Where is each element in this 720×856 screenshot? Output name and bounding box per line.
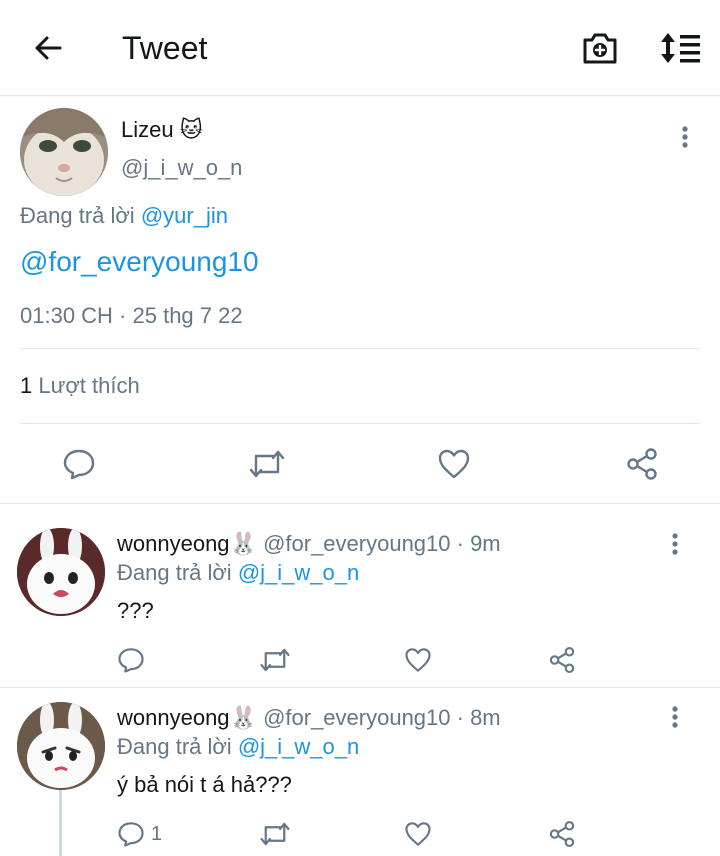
author-name[interactable]: wonnyeong🐰 (117, 531, 257, 556)
share-icon (549, 820, 575, 848)
more-options-button[interactable] (663, 702, 687, 732)
likes-summary[interactable]: 1 Lượt thích (20, 372, 140, 400)
reply-button[interactable]: 1 (117, 816, 162, 852)
avatar[interactable] (20, 108, 108, 196)
like-button[interactable] (404, 642, 432, 678)
thread-connector (59, 784, 62, 856)
share-button[interactable] (620, 442, 664, 486)
tweet-text-mention[interactable]: @for_everyoung10 (20, 244, 259, 280)
top-bar: Tweet (0, 0, 720, 96)
replying-to-mention[interactable]: @j_i_w_o_n (238, 560, 359, 585)
reply-icon (118, 648, 144, 673)
sort-button[interactable] (656, 26, 706, 70)
retweet-button[interactable] (259, 642, 291, 678)
more-vertical-icon (672, 706, 678, 728)
reply-tweet[interactable]: wonnyeong🐰 @for_everyoung10 · 9m Đang tr… (0, 505, 720, 688)
more-vertical-icon (682, 126, 688, 148)
retweet-icon (260, 822, 290, 846)
camera-plus-icon (583, 33, 617, 64)
author-handle-time[interactable]: @for_everyoung10 · 8m (263, 705, 501, 730)
retweet-icon (260, 648, 290, 672)
main-tweet: Lizeu 🐱 @j_i_w_o_n Đang trả lời @yur_jin… (0, 96, 720, 504)
replying-to-mention[interactable]: @j_i_w_o_n (238, 734, 359, 759)
reply-button[interactable] (117, 642, 151, 678)
arrow-left-icon (35, 36, 62, 60)
like-icon (405, 822, 431, 846)
share-icon (627, 448, 657, 480)
replying-to-label: Đang trả lời (117, 560, 232, 585)
divider (20, 348, 700, 349)
page-title: Tweet (122, 30, 208, 66)
share-button[interactable] (548, 642, 576, 678)
like-button[interactable] (432, 442, 476, 486)
more-options-button[interactable] (663, 529, 687, 559)
replying-to: Đang trả lời @yur_jin (20, 202, 228, 230)
share-icon (549, 646, 575, 674)
tweet-text: ??? (117, 598, 154, 623)
replying-to: Đang trả lời @j_i_w_o_n (117, 733, 359, 761)
retweet-icon (249, 450, 285, 478)
bunny-avatar-image (17, 702, 105, 790)
bunny-avatar-image (17, 528, 105, 616)
author-handle-time[interactable]: @for_everyoung10 · 9m (263, 531, 501, 556)
more-vertical-icon (672, 533, 678, 555)
retweet-button[interactable] (245, 442, 289, 486)
like-icon (438, 449, 470, 479)
share-button[interactable] (548, 816, 576, 852)
replying-to-label: Đang trả lời (20, 203, 135, 228)
like-icon (405, 648, 431, 672)
likes-count: 1 (20, 373, 33, 398)
reply-icon (63, 449, 95, 480)
replying-to: Đang trả lời @j_i_w_o_n (117, 559, 359, 587)
avatar[interactable] (17, 702, 105, 790)
reply-button[interactable] (57, 442, 101, 486)
tweet-text: ý bả nói t á hả??? (117, 772, 292, 797)
likes-label: Lượt thích (38, 373, 140, 398)
sort-order-icon (661, 33, 700, 63)
reply-header: wonnyeong🐰 @for_everyoung10 · 9m (117, 530, 501, 558)
like-button[interactable] (404, 816, 432, 852)
more-options-button[interactable] (673, 122, 697, 152)
author-name[interactable]: wonnyeong🐰 (117, 705, 257, 730)
retweet-button[interactable] (259, 816, 291, 852)
cat-avatar-image (20, 108, 108, 196)
reply-tweet[interactable]: wonnyeong🐰 @for_everyoung10 · 8m Đang tr… (0, 688, 720, 856)
tweet-timestamp: 01:30 CH · 25 thg 7 22 (20, 303, 243, 328)
author-handle[interactable]: @j_i_w_o_n (121, 154, 242, 182)
reply-count: 1 (151, 822, 163, 845)
reply-icon (118, 822, 144, 847)
replying-to-mention[interactable]: @yur_jin (141, 203, 228, 228)
back-button[interactable] (28, 28, 68, 68)
divider (20, 423, 700, 424)
author-name[interactable]: Lizeu 🐱 (121, 116, 203, 144)
camera-button[interactable] (578, 26, 622, 70)
replying-to-label: Đang trả lời (117, 734, 232, 759)
reply-header: wonnyeong🐰 @for_everyoung10 · 8m (117, 704, 501, 732)
avatar[interactable] (17, 528, 105, 616)
